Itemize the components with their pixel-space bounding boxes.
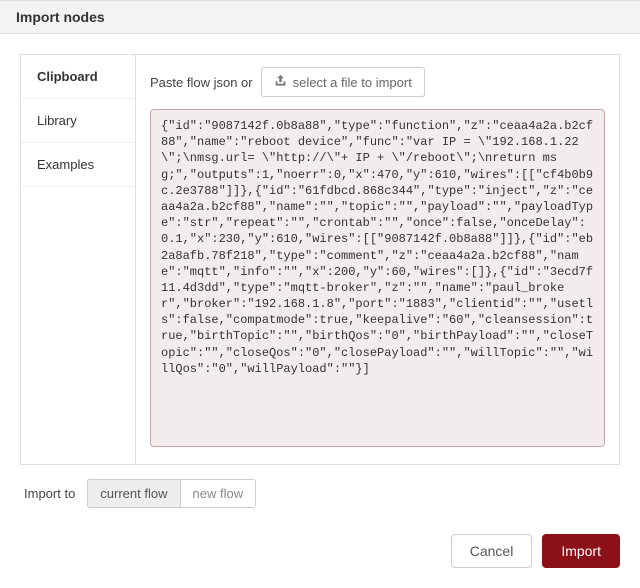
main-panel: Clipboard Library Examples Paste flow js… (20, 54, 620, 465)
toggle-label: new flow (193, 486, 244, 501)
sidebar-item-library[interactable]: Library (21, 99, 135, 143)
import-button-label: Import (561, 543, 601, 559)
sidebar: Clipboard Library Examples (21, 55, 136, 464)
sidebar-item-label: Clipboard (37, 69, 98, 84)
flow-json-textarea[interactable] (150, 109, 605, 447)
import-instruction-row: Paste flow json or select a file to impo… (150, 67, 605, 97)
paste-instruction-label: Paste flow json or (150, 75, 253, 90)
content-pane: Paste flow json or select a file to impo… (136, 55, 619, 464)
import-button[interactable]: Import (542, 534, 620, 568)
import-to-label: Import to (24, 486, 75, 501)
cancel-button[interactable]: Cancel (451, 534, 533, 568)
toggle-current-flow[interactable]: current flow (87, 479, 180, 508)
toggle-new-flow[interactable]: new flow (180, 479, 257, 508)
sidebar-item-clipboard[interactable]: Clipboard (21, 55, 135, 99)
select-file-label: select a file to import (293, 75, 412, 90)
select-file-button[interactable]: select a file to import (261, 67, 425, 97)
sidebar-item-examples[interactable]: Examples (21, 143, 135, 187)
sidebar-item-label: Examples (37, 157, 94, 172)
dialog-footer: Cancel Import (0, 514, 640, 588)
dialog-title: Import nodes (0, 1, 640, 34)
dialog-body: Clipboard Library Examples Paste flow js… (0, 34, 640, 514)
upload-icon (274, 74, 287, 90)
toggle-label: current flow (100, 486, 167, 501)
import-nodes-dialog: Import nodes Clipboard Library Examples … (0, 0, 640, 588)
import-to-toggle: current flow new flow (87, 479, 256, 508)
cancel-button-label: Cancel (470, 543, 514, 559)
import-to-row: Import to current flow new flow (20, 465, 620, 514)
sidebar-item-label: Library (37, 113, 77, 128)
